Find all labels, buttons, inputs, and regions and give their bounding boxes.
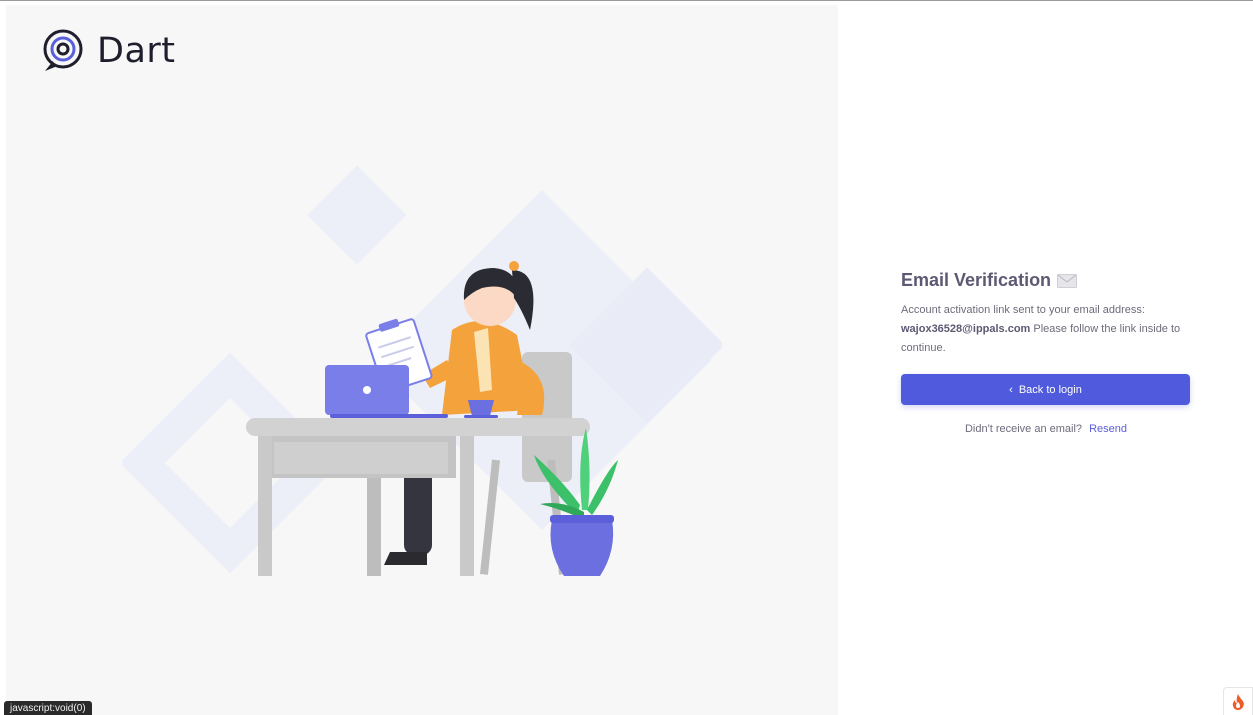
brand-name: Dart: [97, 31, 176, 71]
message-prefix: Account activation link sent to your ema…: [901, 304, 1145, 316]
title-text: Email Verification: [901, 270, 1052, 290]
woman-at-desk-illustration: [122, 165, 722, 576]
back-to-login-button[interactable]: ‹ Back to login: [901, 374, 1190, 405]
email-verification-card: Email Verification Account activation li…: [901, 270, 1191, 435]
brand-logo-link[interactable]: Dart: [39, 27, 176, 75]
auth-panel: Email Verification Account activation li…: [838, 5, 1253, 715]
resend-row: Didn't receive an email? Resend: [901, 423, 1191, 435]
envelope-icon: [1057, 273, 1078, 288]
page: Dart Email Verification Account activati…: [0, 0, 1253, 715]
resend-link[interactable]: Resend: [1089, 423, 1127, 435]
page-title: Email Verification: [901, 270, 1191, 291]
illustration-panel: Dart: [6, 5, 838, 715]
chevron-left-icon: ‹: [1009, 383, 1013, 396]
browser-status-bar: javascript:void(0): [4, 701, 92, 715]
flame-widget-button[interactable]: [1223, 687, 1253, 715]
user-email: wajox36528@ippals.com: [901, 323, 1031, 335]
target-logo-icon: [43, 29, 83, 71]
verification-message: Account activation link sent to your ema…: [901, 301, 1191, 358]
flame-icon: [1232, 693, 1244, 710]
back-to-login-label: Back to login: [1018, 383, 1082, 396]
resend-prompt: Didn't receive an email?: [964, 423, 1083, 435]
